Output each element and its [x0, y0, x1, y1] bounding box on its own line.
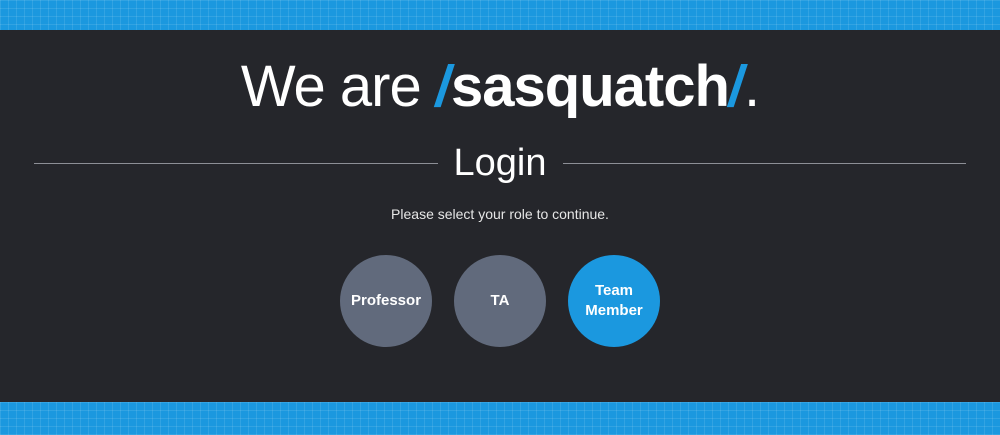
- login-heading: Login: [34, 140, 967, 186]
- role-label: Professor: [351, 292, 422, 309]
- bottom-banner: [0, 402, 1000, 435]
- divider-right: [562, 162, 967, 164]
- login-panel: We are /sasquatch/. Login Please select …: [0, 30, 1000, 402]
- page-headline: We are /sasquatch/.: [0, 52, 1000, 122]
- role-selector: Professor TA Team Member: [0, 255, 1000, 347]
- login-subtitle: Please select your role to continue.: [391, 206, 609, 222]
- brand-name: sasquatch: [451, 54, 730, 119]
- role-button-team-member[interactable]: Team Member: [568, 255, 660, 347]
- top-banner: [0, 0, 1000, 30]
- login-title: Login: [453, 142, 547, 184]
- headline-lead: We are: [240, 54, 422, 119]
- role-label: TA: [490, 292, 510, 309]
- role-button-ta[interactable]: TA: [454, 255, 546, 347]
- role-label: Team Member: [585, 282, 643, 319]
- divider-left: [34, 162, 438, 164]
- role-button-professor[interactable]: Professor: [340, 255, 432, 347]
